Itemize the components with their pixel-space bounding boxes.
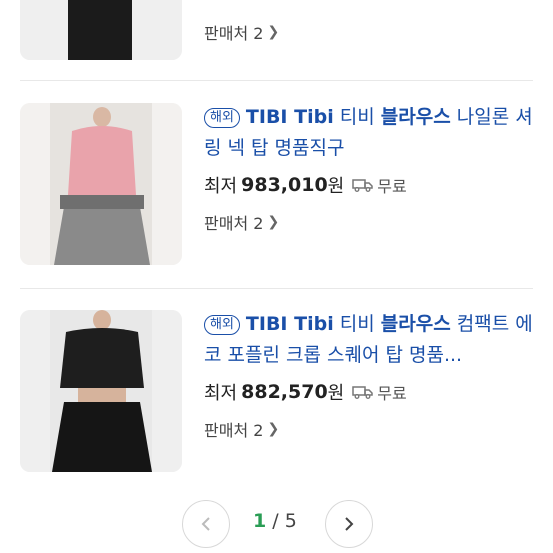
chevron-right-icon: ❯ bbox=[267, 214, 280, 230]
product-keyword: 블라우스 bbox=[380, 106, 451, 128]
truck-icon bbox=[352, 179, 373, 192]
seller-count-link[interactable]: 판매처 2 ❯ bbox=[204, 417, 539, 441]
product-keyword: 블라우스 bbox=[380, 313, 451, 335]
chevron-right-icon bbox=[345, 517, 354, 531]
next-page-button[interactable] bbox=[325, 500, 373, 548]
overseas-badge: 해외 bbox=[204, 108, 240, 128]
item-divider bbox=[20, 80, 533, 81]
product-title-link[interactable]: 해외 TIBI Tibi 티비 블라우스 컴팩트 에코 포플린 크롭 스퀘어 탑 … bbox=[204, 309, 539, 371]
product-title-link[interactable]: 해외 TIBI Tibi 티비 블라우스 나일론 셔링 넥 탑 명품직구 bbox=[204, 102, 539, 164]
product-info: 해외 TIBI Tibi 티비 블라우스 컴팩트 에코 포플린 크롭 스퀘어 탑 … bbox=[204, 309, 539, 441]
price-prefix: 최저 bbox=[204, 383, 238, 404]
seller-count-text: 판매처 2 bbox=[204, 24, 264, 43]
product-brand: TIBI Tibi bbox=[245, 313, 334, 335]
seller-count-link[interactable]: 판매처 2 ❯ bbox=[204, 210, 539, 234]
chevron-right-icon: ❯ bbox=[267, 421, 280, 437]
pagination: 1 / 5 bbox=[0, 500, 553, 548]
price-prefix: 최저 bbox=[204, 176, 238, 197]
price-currency: 원 bbox=[327, 383, 345, 404]
item-divider bbox=[20, 288, 533, 289]
product-title-text: 티비 bbox=[339, 313, 375, 335]
page-separator: / bbox=[266, 510, 285, 532]
product-info: 해외 TIBI Tibi 티비 블라우스 나일론 셔링 넥 탑 명품직구 최저 9… bbox=[204, 102, 539, 234]
shipping-info: 무료 bbox=[352, 173, 407, 197]
page-indicator: 1 / 5 bbox=[253, 510, 297, 532]
total-pages: 5 bbox=[284, 510, 297, 532]
price-value: 882,570 bbox=[241, 381, 328, 403]
chevron-left-icon bbox=[201, 517, 210, 531]
seller-count-link[interactable]: 판매처 2 ❯ bbox=[204, 20, 279, 44]
prev-page-button[interactable] bbox=[182, 500, 230, 548]
price-row: 최저 882,570 원 무료 bbox=[204, 379, 539, 405]
overseas-badge: 해외 bbox=[204, 315, 240, 335]
seller-count-text: 판매처 2 bbox=[204, 421, 264, 440]
product-thumbnail[interactable] bbox=[20, 0, 182, 60]
product-title-text: 티비 bbox=[339, 106, 375, 128]
shipping-info: 무료 bbox=[352, 380, 407, 404]
price-row: 최저 983,010 원 무료 bbox=[204, 172, 539, 198]
shipping-text: 무료 bbox=[377, 177, 407, 196]
truck-icon bbox=[352, 386, 373, 399]
price-value: 983,010 bbox=[241, 174, 328, 196]
current-page: 1 bbox=[253, 510, 267, 532]
product-thumbnail[interactable] bbox=[20, 310, 182, 472]
product-thumbnail[interactable] bbox=[20, 103, 182, 265]
price-currency: 원 bbox=[327, 176, 345, 197]
seller-count-text: 판매처 2 bbox=[204, 214, 264, 233]
product-brand: TIBI Tibi bbox=[245, 106, 334, 128]
chevron-right-icon: ❯ bbox=[267, 24, 280, 40]
shipping-text: 무료 bbox=[377, 384, 407, 403]
